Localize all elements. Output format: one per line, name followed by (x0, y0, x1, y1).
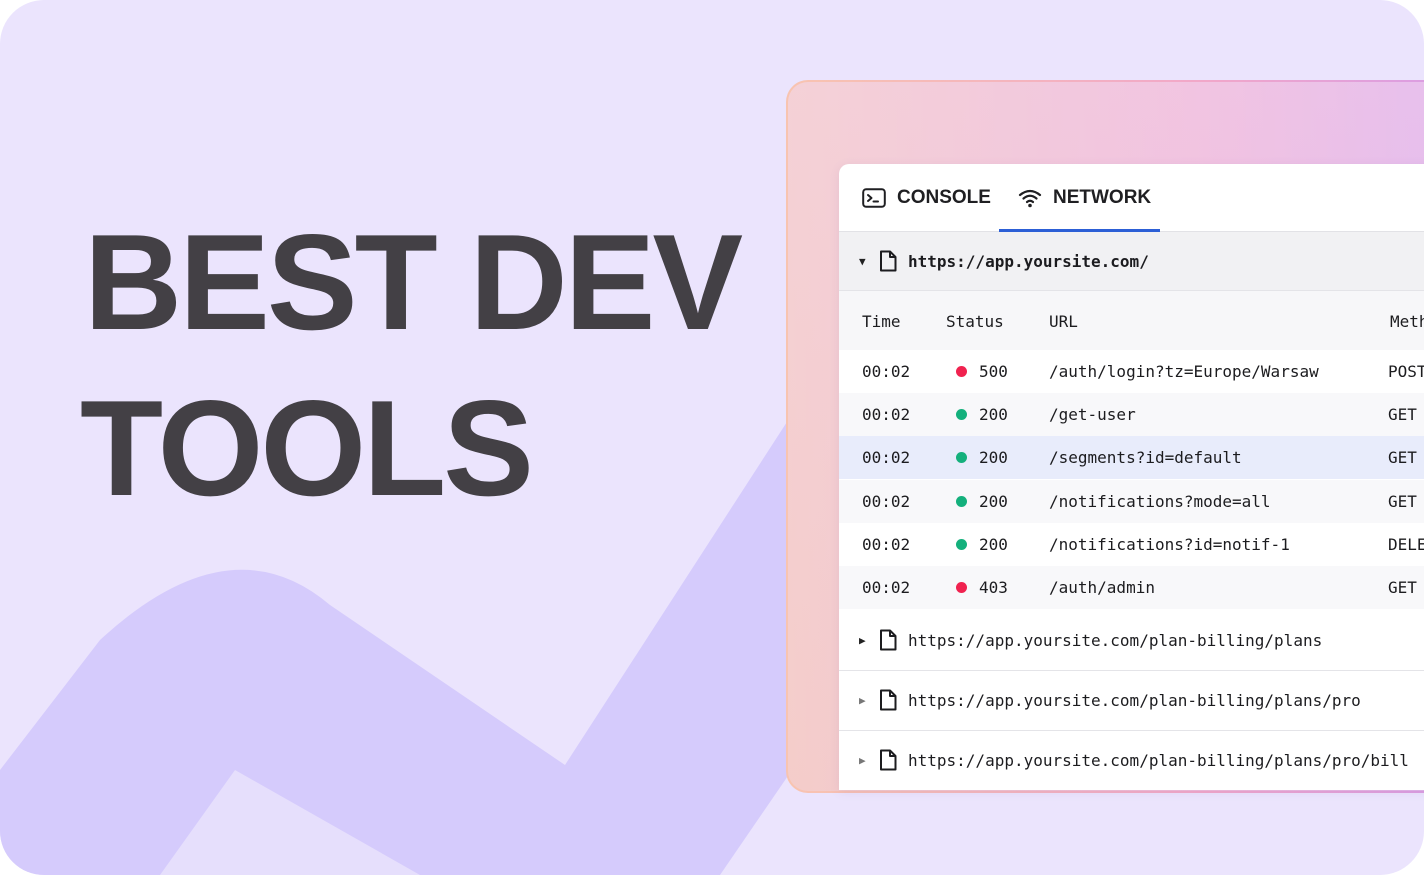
status-dot-icon (956, 539, 967, 550)
request-group-url: https://app.yoursite.com/ (908, 251, 1149, 271)
row-url: /auth/login?tz=Europe/Warsaw (1049, 362, 1319, 381)
row-status: 200 (979, 535, 1008, 554)
banner-canvas: BEST DEV TOOLS CONSOLE NETWORK ▼ https:/… (0, 0, 1424, 875)
row-method: GET (1388, 405, 1417, 424)
row-status: 403 (979, 578, 1008, 597)
tab-network[interactable]: NETWORK (1018, 164, 1151, 231)
status-dot-icon (956, 452, 967, 463)
request-group-root[interactable]: ▼ https://app.yoursite.com/ (839, 232, 1424, 291)
tab-network-label: NETWORK (1053, 186, 1152, 208)
network-table-header: Time Status URL Meth (839, 291, 1424, 351)
table-row[interactable]: 00:02 403/auth/admin GET (839, 566, 1424, 609)
row-status: 500 (979, 362, 1008, 381)
row-url: /notifications?id=notif-1 (1049, 535, 1290, 554)
request-group-collapsed[interactable]: ▶ https://app.yoursite.com/plan-billing/p… (839, 670, 1424, 731)
row-time: 00:02 (862, 362, 911, 381)
headline-line-1: BEST DEV (84, 206, 743, 358)
table-row[interactable]: 00:02 200/notifications?id=notif-1 DELE (839, 523, 1424, 566)
devtools-tab-bar: CONSOLE NETWORK (839, 164, 1424, 232)
status-dot-icon (956, 366, 967, 377)
row-status: 200 (979, 492, 1008, 511)
wifi-icon (1018, 189, 1042, 207)
request-group-url: https://app.yoursite.com/plan-billing/pl… (908, 690, 1361, 710)
column-header-url[interactable]: URL (1049, 312, 1078, 331)
request-group-collapsed[interactable]: ▶ https://app.yoursite.com/plan-billing/p… (839, 610, 1424, 671)
column-header-status[interactable]: Status (946, 312, 1004, 331)
status-dot-icon (956, 496, 967, 507)
row-status: 200 (979, 448, 1008, 467)
status-dot-icon (956, 582, 967, 593)
caret-right-icon[interactable]: ▶ (859, 634, 866, 647)
table-row[interactable]: 00:02 200/get-user GET (839, 393, 1424, 436)
tab-console[interactable]: CONSOLE (862, 164, 991, 231)
row-url: /notifications?mode=all (1049, 492, 1271, 511)
row-url: /segments?id=default (1049, 448, 1242, 467)
row-url: /get-user (1049, 405, 1136, 424)
column-header-method[interactable]: Meth (1390, 312, 1424, 331)
row-url: /auth/admin (1049, 578, 1155, 597)
file-icon (880, 629, 897, 651)
row-method: GET (1388, 448, 1417, 467)
table-row[interactable]: 00:02 500/auth/login?tz=Europe/Warsaw POST (839, 350, 1424, 393)
file-icon (880, 250, 897, 272)
row-time: 00:02 (862, 448, 911, 467)
request-group-url: https://app.yoursite.com/plan-billing/pl… (908, 630, 1323, 650)
table-row[interactable]: 00:02 200/segments?id=default GET (839, 436, 1424, 479)
file-icon (880, 749, 897, 771)
devtools-panel: CONSOLE NETWORK ▼ https://app.yoursite.c… (839, 164, 1424, 790)
row-method: GET (1388, 492, 1417, 511)
row-method: DELE (1388, 535, 1424, 554)
table-row[interactable]: 00:02 200/notifications?mode=all GET (839, 480, 1424, 523)
caret-right-icon[interactable]: ▶ (859, 694, 866, 707)
row-method: POST (1388, 362, 1424, 381)
row-time: 00:02 (862, 405, 911, 424)
caret-right-icon[interactable]: ▶ (859, 754, 866, 767)
headline-line-2: TOOLS (80, 372, 534, 524)
request-group-url: https://app.yoursite.com/plan-billing/pl… (908, 750, 1409, 770)
column-header-time[interactable]: Time (862, 312, 901, 331)
status-dot-icon (956, 409, 967, 420)
row-time: 00:02 (862, 492, 911, 511)
row-method: GET (1388, 578, 1417, 597)
tab-console-label: CONSOLE (897, 186, 991, 208)
row-status: 200 (979, 405, 1008, 424)
request-group-collapsed[interactable]: ▶ https://app.yoursite.com/plan-billing/p… (839, 730, 1424, 790)
caret-down-icon[interactable]: ▼ (859, 255, 866, 268)
file-icon (880, 689, 897, 711)
row-time: 00:02 (862, 578, 911, 597)
terminal-icon (862, 187, 886, 208)
row-time: 00:02 (862, 535, 911, 554)
